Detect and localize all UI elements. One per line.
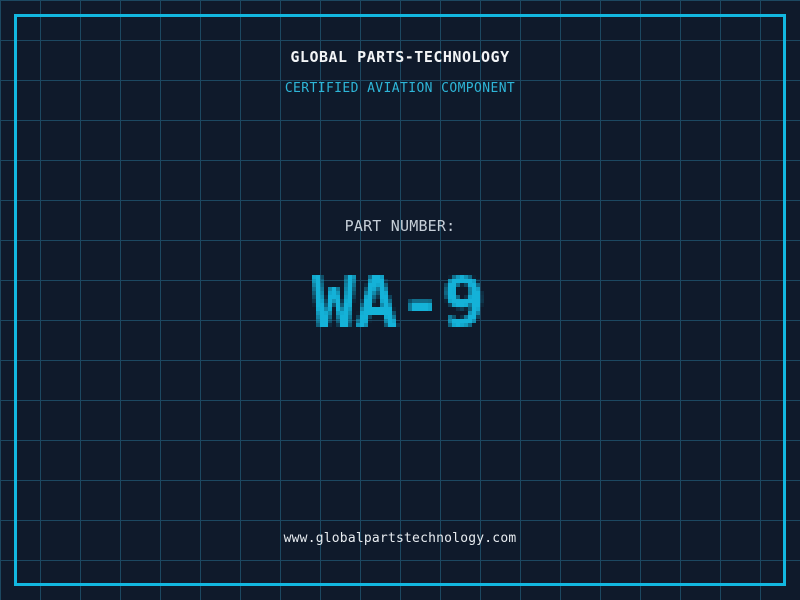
company-title: GLOBAL PARTS-TECHNOLOGY [290, 48, 510, 66]
website-url: www.globalpartstechnology.com [283, 531, 517, 546]
certification-subtitle: CERTIFIED AVIATION COMPONENT [284, 81, 516, 96]
part-number-display [308, 255, 492, 351]
certificate-screen: GLOBAL PARTS-TECHNOLOGY CERTIFIED AVIATI… [0, 0, 800, 600]
part-number-label: PART NUMBER: [344, 217, 456, 235]
